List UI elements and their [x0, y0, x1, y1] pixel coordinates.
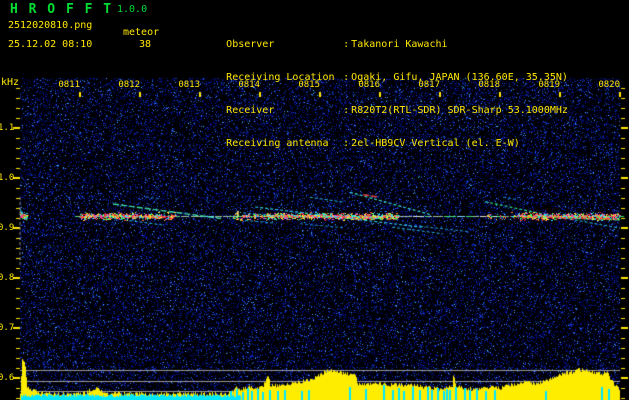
info-row-receiver: Receiver: R820T2(RTL-SDR) SDR-Sharp 53.10… — [178, 94, 628, 116]
info-colon: : — [343, 39, 350, 50]
info-label: Receiver — [226, 105, 275, 116]
info-label: Observer — [226, 39, 275, 50]
hrofft-window: H R O F F T 1.0.0 2512020810.png meteor … — [0, 0, 629, 400]
time-tick-label: 0811 — [58, 80, 80, 90]
info-colon: : — [343, 105, 350, 116]
freq-tick-label: 0.6 — [0, 373, 15, 383]
freq-tick-label: 1.0 — [0, 173, 15, 183]
info-label: Receiving antenna — [226, 138, 329, 149]
mode-label: meteor — [123, 27, 160, 38]
time-tick-label: 0812 — [118, 80, 140, 90]
time-tick-label: 0819 — [538, 80, 560, 90]
header: H R O F F T 1.0.0 2512020810.png meteor … — [0, 0, 629, 149]
freq-unit-label: kHz — [1, 77, 20, 88]
time-tick-label: 0818 — [478, 80, 500, 90]
info-value: Takanori Kawachi — [351, 39, 448, 50]
freq-tick-label: 1.1 — [0, 123, 15, 133]
time-tick-label: 0817 — [418, 80, 440, 90]
info-row-observer: Observer: Takanori Kawachi — [178, 28, 628, 50]
time-tick-label: 0813 — [178, 80, 200, 90]
info-row-antenna: Receiving antenna:2el-HB9CV Vertical (el… — [178, 127, 628, 149]
info-value: 2el-HB9CV Vertical (el. E-W) — [351, 138, 520, 149]
freq-tick-label: 0.8 — [0, 273, 15, 283]
info-colon: : — [343, 138, 350, 149]
freq-tick-label: 0.9 — [0, 223, 15, 233]
meteor-count: 38 — [139, 39, 152, 50]
app-title: H R O F F T — [10, 2, 113, 17]
info-colon: : — [343, 72, 350, 83]
freq-tick-label: 0.7 — [0, 323, 15, 333]
info-value: R820T2(RTL-SDR) SDR-Sharp 53.1000MHz — [351, 105, 568, 116]
time-tick-label: 0820 — [598, 80, 620, 90]
time-tick-label: 0816 — [358, 80, 380, 90]
app-version: 1.0.0 — [117, 4, 148, 15]
time-tick-label: 0814 — [238, 80, 260, 90]
time-tick-label: 0815 — [298, 80, 320, 90]
info-row-location: Receiving Location: Ogaki, Gifu, JAPAN (1… — [178, 61, 628, 83]
